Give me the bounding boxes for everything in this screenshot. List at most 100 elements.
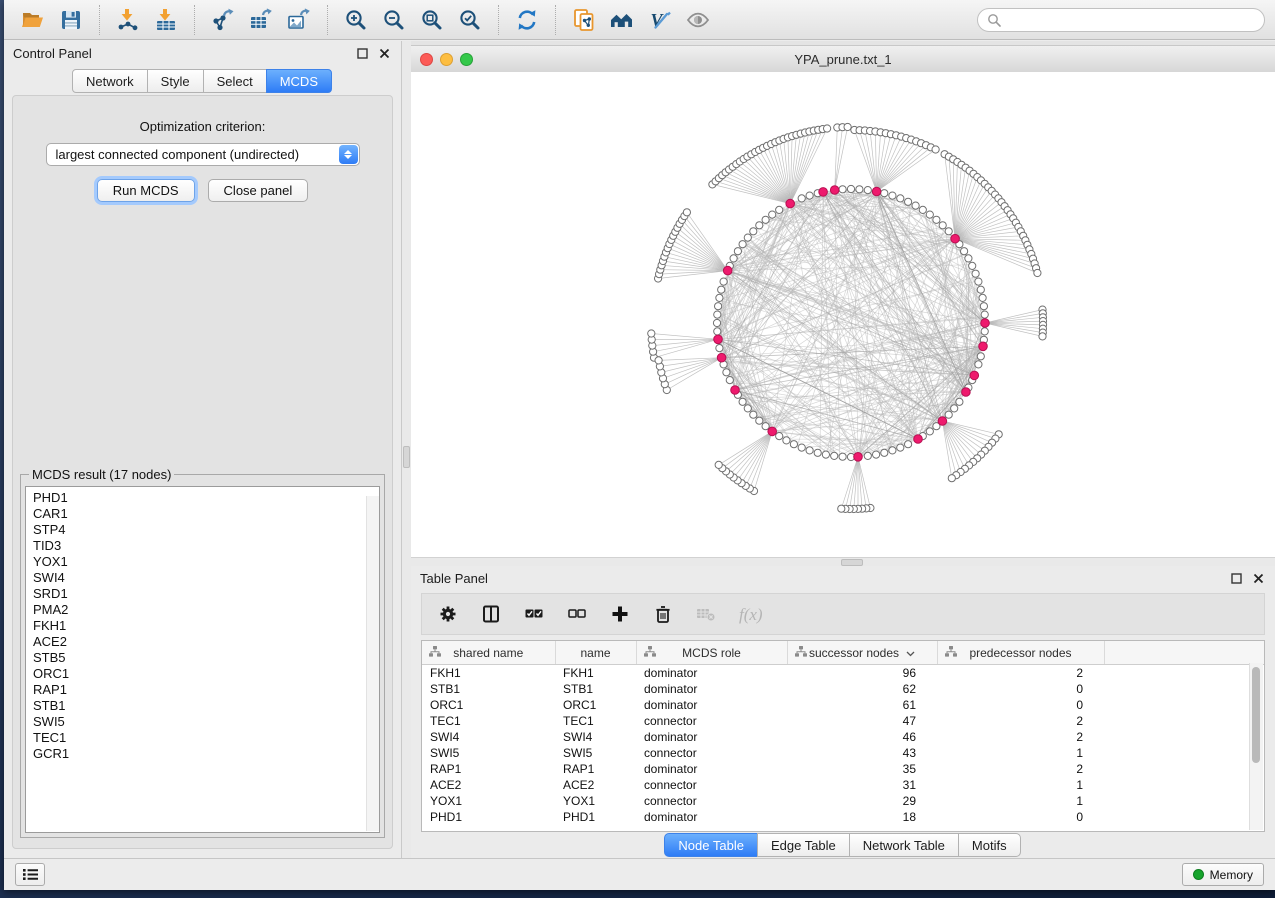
network-ring-node[interactable] xyxy=(713,319,720,326)
mcds-result-item[interactable]: SWI5 xyxy=(33,714,379,730)
show-hide-button[interactable] xyxy=(681,4,715,36)
show-columns-button[interactable] xyxy=(479,602,503,626)
network-ring-node[interactable] xyxy=(965,255,972,262)
network-ring-node[interactable] xyxy=(718,286,725,293)
cell-predecessor-nodes[interactable]: 0 xyxy=(937,681,1104,697)
network-ring-node[interactable] xyxy=(864,452,871,459)
mcds-result-item[interactable]: STB1 xyxy=(33,698,379,714)
cell-name[interactable]: ORC1 xyxy=(555,697,636,713)
network-ring-node[interactable] xyxy=(831,452,838,459)
network-leaf-node[interactable] xyxy=(683,209,690,216)
network-ring-node[interactable] xyxy=(881,190,888,197)
zoom-fit-button[interactable] xyxy=(415,4,449,36)
mcds-result-item[interactable]: PMA2 xyxy=(33,602,379,618)
network-ring-node[interactable] xyxy=(864,187,871,194)
node-table-row[interactable]: ORC1ORC1dominator610 xyxy=(422,697,1264,713)
network-ring-node[interactable] xyxy=(981,328,988,335)
network-ring-node[interactable] xyxy=(881,449,888,456)
optimization-criterion-select[interactable]: largest connected component (undirected) xyxy=(46,143,360,166)
select-all-button[interactable] xyxy=(522,602,546,626)
vertical-splitter-grip[interactable] xyxy=(403,446,410,468)
network-ring-node[interactable] xyxy=(716,294,723,301)
network-hub-node[interactable] xyxy=(723,266,732,275)
run-mcds-button[interactable]: Run MCDS xyxy=(97,179,195,202)
network-ring-node[interactable] xyxy=(969,262,976,269)
cell-name[interactable]: PHD1 xyxy=(555,809,636,825)
zoom-in-button[interactable] xyxy=(339,4,373,36)
network-ring-node[interactable] xyxy=(723,369,730,376)
save-session-button[interactable] xyxy=(54,4,88,36)
column-header-predecessor-nodes[interactable]: predecessor nodes xyxy=(937,641,1104,665)
mcds-result-item[interactable]: ORC1 xyxy=(33,666,379,682)
mcds-result-item[interactable]: TEC1 xyxy=(33,730,379,746)
node-table-row[interactable]: RAP1RAP1dominator352 xyxy=(422,761,1264,777)
network-ring-node[interactable] xyxy=(716,345,723,352)
network-ring-node[interactable] xyxy=(715,303,722,310)
cell-shared-name[interactable]: YOX1 xyxy=(422,793,555,809)
cell-shared-name[interactable]: SWI5 xyxy=(422,745,555,761)
network-ring-node[interactable] xyxy=(919,206,926,213)
cell-MCDS-role[interactable]: dominator xyxy=(636,729,787,745)
network-leaf-node[interactable] xyxy=(715,461,722,468)
network-ring-node[interactable] xyxy=(714,311,721,318)
network-hub-node[interactable] xyxy=(872,187,881,196)
node-table-row[interactable]: FKH1FKH1dominator962 xyxy=(422,665,1264,682)
cell-shared-name[interactable]: FKH1 xyxy=(422,665,555,682)
network-ring-node[interactable] xyxy=(839,453,846,460)
network-hub-node[interactable] xyxy=(854,453,863,462)
cell-name[interactable]: STB1 xyxy=(555,681,636,697)
clone-network-button[interactable] xyxy=(567,4,601,36)
network-ring-node[interactable] xyxy=(806,447,813,454)
vertical-splitter[interactable] xyxy=(402,41,411,858)
cell-name[interactable]: TEC1 xyxy=(555,713,636,729)
network-leaf-node[interactable] xyxy=(838,505,845,512)
network-ring-node[interactable] xyxy=(798,444,805,451)
network-ring-node[interactable] xyxy=(750,411,757,418)
cell-shared-name[interactable]: ACE2 xyxy=(422,777,555,793)
delete-table-button-disabled[interactable] xyxy=(694,602,718,626)
cell-shared-name[interactable]: RAP1 xyxy=(422,761,555,777)
network-leaf-node[interactable] xyxy=(1034,269,1041,276)
network-ring-node[interactable] xyxy=(726,377,733,384)
cell-predecessor-nodes[interactable]: 1 xyxy=(937,793,1104,809)
table-scrollbar-track[interactable] xyxy=(1249,663,1263,830)
network-ring-node[interactable] xyxy=(720,278,727,285)
network-hub-node[interactable] xyxy=(786,199,795,208)
network-ring-node[interactable] xyxy=(897,444,904,451)
node-table-row[interactable]: SWI4SWI4dominator462 xyxy=(422,729,1264,745)
network-ring-node[interactable] xyxy=(776,206,783,213)
horizontal-splitter-grip[interactable] xyxy=(841,559,863,566)
network-ring-node[interactable] xyxy=(750,228,757,235)
network-ring-node[interactable] xyxy=(905,198,912,205)
network-ring-node[interactable] xyxy=(856,186,863,193)
export-table-button[interactable] xyxy=(244,4,278,36)
function-builder-button-disabled[interactable]: f(x) xyxy=(737,602,771,626)
network-ring-node[interactable] xyxy=(981,311,988,318)
column-header-MCDS-role[interactable]: MCDS role xyxy=(636,641,787,665)
network-ring-node[interactable] xyxy=(762,216,769,223)
cell-predecessor-nodes[interactable]: 2 xyxy=(937,761,1104,777)
network-ring-node[interactable] xyxy=(756,417,763,424)
network-hub-node[interactable] xyxy=(951,234,960,243)
mcds-result-item[interactable]: TID3 xyxy=(33,538,379,554)
network-ring-node[interactable] xyxy=(956,398,963,405)
cell-predecessor-nodes[interactable]: 0 xyxy=(937,697,1104,713)
tab-mcds[interactable]: MCDS xyxy=(266,69,332,93)
network-ring-node[interactable] xyxy=(905,441,912,448)
network-ring-node[interactable] xyxy=(762,423,769,430)
network-ring-node[interactable] xyxy=(961,248,968,255)
cell-shared-name[interactable]: STB1 xyxy=(422,681,555,697)
cell-MCDS-role[interactable]: dominator xyxy=(636,761,787,777)
network-ring-node[interactable] xyxy=(980,303,987,310)
network-leaf-node[interactable] xyxy=(648,330,655,337)
memory-button[interactable]: Memory xyxy=(1182,863,1264,886)
deselect-all-button[interactable] xyxy=(565,602,589,626)
network-ring-node[interactable] xyxy=(769,211,776,218)
network-ring-node[interactable] xyxy=(744,405,751,412)
mcds-result-item[interactable]: CAR1 xyxy=(33,506,379,522)
cell-MCDS-role[interactable]: connector xyxy=(636,713,787,729)
import-table-button[interactable] xyxy=(149,4,183,36)
network-ring-node[interactable] xyxy=(945,411,952,418)
close-panel-button-mcds[interactable]: Close panel xyxy=(208,179,309,202)
cell-successor-nodes[interactable]: 61 xyxy=(787,697,937,713)
